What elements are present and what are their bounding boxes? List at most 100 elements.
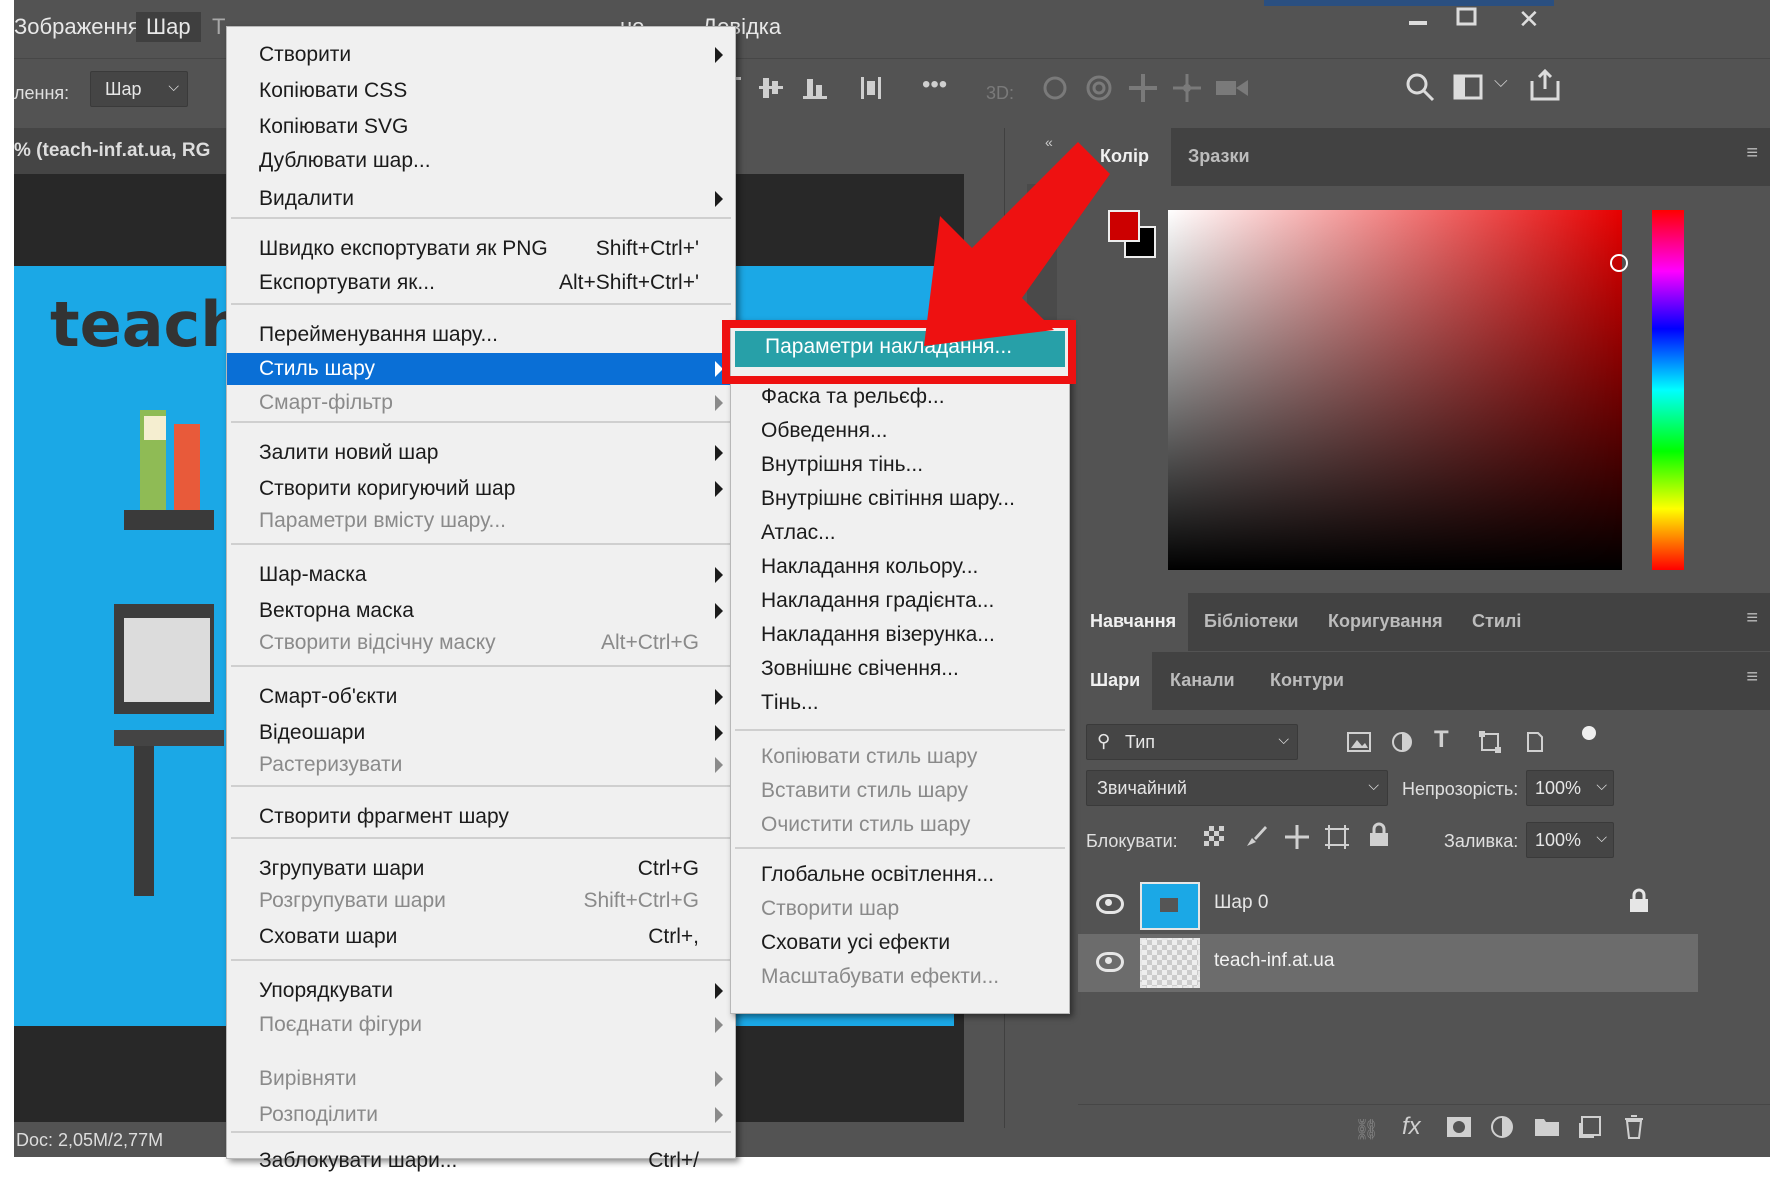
layers-panel-menu-icon[interactable]: ≡: [1746, 666, 1758, 689]
lock-pixels-brush-icon[interactable]: [1244, 824, 1268, 855]
layer-menu-item[interactable]: Стиль шару: [227, 353, 735, 385]
delete-layer-trash-icon[interactable]: [1622, 1113, 1646, 1146]
layer-menu-item[interactable]: Копіювати SVG: [227, 111, 735, 143]
foreground-color-swatch[interactable]: [1108, 210, 1140, 242]
learn-panel-menu-icon[interactable]: ≡: [1746, 607, 1758, 630]
layer-style-menu-item[interactable]: Внутрішнє світіння шару...: [731, 483, 1069, 515]
orbit-3d-icon[interactable]: [1038, 71, 1072, 112]
fill-field[interactable]: 100% ⌵: [1526, 822, 1614, 858]
tab-color[interactable]: Колір: [1078, 128, 1171, 186]
layer-style-menu-item[interactable]: Накладання візерунка...: [731, 619, 1069, 651]
video-camera-icon[interactable]: [1214, 71, 1250, 112]
tab-learn[interactable]: Навчання: [1078, 593, 1189, 651]
layer-menu-item[interactable]: Копіювати CSS: [227, 75, 735, 107]
layer-menu-item[interactable]: Дублювати шар...: [227, 145, 735, 177]
filter-pixel-icon[interactable]: [1346, 730, 1372, 761]
share-icon[interactable]: [1528, 67, 1562, 110]
layer-menu-item[interactable]: Видалити: [227, 183, 735, 215]
layer-style-menu-item[interactable]: Атлас...: [731, 517, 1069, 549]
layer-menu-item[interactable]: Шар-маска: [227, 559, 735, 591]
layer-name[interactable]: teach-inf.at.ua: [1214, 950, 1334, 972]
new-adjustment-layer-icon[interactable]: [1490, 1115, 1514, 1146]
fill-value: 100%: [1535, 830, 1582, 850]
search-icon[interactable]: [1404, 71, 1436, 110]
filter-adjustment-icon[interactable]: [1390, 730, 1414, 761]
layer-menu-item[interactable]: Векторна маска: [227, 595, 735, 627]
align-bottom-icon[interactable]: [800, 73, 830, 110]
layer-style-menu-item[interactable]: Зовнішнє свічення...: [731, 653, 1069, 685]
blend-mode-dropdown[interactable]: Звичайний ⌵: [1086, 770, 1388, 806]
visibility-eye-icon[interactable]: [1096, 894, 1124, 914]
layer-style-menu-item[interactable]: Фаска та рельєф...: [731, 381, 1069, 413]
layer-style-menu-item[interactable]: Параметри накладання...: [735, 331, 1065, 367]
layer-row[interactable]: Шар 0: [1078, 876, 1770, 934]
layer-menu-item[interactable]: Перейменування шару...: [227, 319, 735, 351]
minimize-icon[interactable]: [1406, 6, 1430, 37]
collapse-dock-icon[interactable]: «: [1045, 134, 1053, 150]
panel-menu-icon[interactable]: ≡: [1746, 142, 1758, 165]
lock-position-icon[interactable]: [1284, 824, 1310, 857]
lock-artboard-icon[interactable]: [1324, 824, 1350, 857]
visibility-eye-icon[interactable]: [1096, 952, 1124, 972]
tab-paths[interactable]: Контури: [1270, 670, 1344, 691]
auto-select-dropdown[interactable]: Шар ⌵: [90, 71, 188, 107]
layer-style-menu-item[interactable]: Сховати усі ефекти: [731, 927, 1069, 959]
layer-menu-item[interactable]: Заблокувати шари... Ctrl+/: [227, 1145, 735, 1177]
new-layer-icon[interactable]: [1578, 1115, 1602, 1146]
filter-shape-icon[interactable]: [1478, 730, 1502, 761]
pan-3d-icon[interactable]: [1126, 71, 1160, 112]
filter-toggle[interactable]: [1582, 724, 1596, 758]
color-field[interactable]: [1168, 210, 1628, 570]
menu-image[interactable]: Зображення: [14, 14, 140, 40]
add-mask-icon[interactable]: [1446, 1115, 1472, 1146]
layer-style-menu-item[interactable]: Обведення...: [731, 415, 1069, 447]
tab-libraries[interactable]: Бібліотеки: [1204, 611, 1299, 632]
layer-menu-item[interactable]: Створити фрагмент шару: [227, 801, 735, 833]
close-icon[interactable]: ✕: [1518, 4, 1540, 35]
filter-type-icon[interactable]: T: [1434, 726, 1449, 754]
layer-menu-item[interactable]: Створити коригуючий шар: [227, 473, 735, 505]
restore-icon[interactable]: [1454, 4, 1480, 37]
menu-layer[interactable]: Шар: [136, 12, 201, 42]
layer-style-menu-item[interactable]: Тінь...: [731, 687, 1069, 719]
align-vcenter-icon[interactable]: [756, 73, 786, 110]
roll-3d-icon[interactable]: [1082, 71, 1116, 112]
tab-adjustments[interactable]: Коригування: [1328, 611, 1443, 632]
tab-swatches[interactable]: Зразки: [1188, 146, 1250, 167]
lock-all-icon[interactable]: [1368, 822, 1390, 855]
opacity-field[interactable]: 100% ⌵: [1526, 770, 1614, 806]
hue-slider[interactable]: [1652, 210, 1684, 570]
layer-menu-item[interactable]: Сховати шари Ctrl+,: [227, 921, 735, 953]
layer-menu-item[interactable]: Залити новий шар: [227, 437, 735, 469]
layer-row[interactable]: teach-inf.at.ua: [1078, 934, 1698, 992]
layer-name[interactable]: Шар 0: [1214, 892, 1268, 914]
tab-layers[interactable]: Шари: [1078, 652, 1153, 710]
layer-menu-item[interactable]: Відеошари: [227, 717, 735, 749]
menu-text[interactable]: Т: [212, 14, 225, 40]
fx-icon[interactable]: fx: [1402, 1113, 1421, 1141]
layer-menu-item[interactable]: Смарт-об'єкти: [227, 681, 735, 713]
workspace-chevron-icon[interactable]: ⌵: [1494, 71, 1508, 92]
layer-menu-item[interactable]: Швидко експортувати як PNG Shift+Ctrl+': [227, 233, 735, 265]
distribute-icon[interactable]: [856, 73, 886, 110]
layer-menu-item[interactable]: Упорядкувати: [227, 975, 735, 1007]
layer-style-menu-item[interactable]: Накладання градієнта...: [731, 585, 1069, 617]
layer-style-menu-item[interactable]: Глобальне освітлення...: [731, 859, 1069, 891]
layer-menu-item[interactable]: Створити: [227, 39, 735, 71]
layer-style-menu-item[interactable]: Накладання кольору...: [731, 551, 1069, 583]
filter-smart-object-icon[interactable]: [1522, 730, 1546, 761]
tab-channels[interactable]: Канали: [1170, 670, 1235, 691]
color-picker-cursor[interactable]: [1610, 254, 1628, 272]
slide-3d-icon[interactable]: [1170, 71, 1204, 112]
more-options-icon[interactable]: •••: [922, 71, 947, 99]
new-group-folder-icon[interactable]: [1534, 1115, 1560, 1144]
tab-styles[interactable]: Стилі: [1472, 611, 1521, 632]
document-tab[interactable]: % (teach-inf.at.ua, RG: [14, 128, 234, 174]
lock-transparency-icon[interactable]: [1202, 824, 1226, 855]
layer-style-menu-item[interactable]: Внутрішня тінь...: [731, 449, 1069, 481]
workspace-icon[interactable]: [1452, 71, 1486, 110]
link-layers-icon[interactable]: ⛓: [1354, 1117, 1379, 1142]
layer-menu-item[interactable]: Експортувати як... Alt+Shift+Ctrl+': [227, 267, 735, 299]
layer-filter-dropdown[interactable]: ⚲ Тип ⌵: [1086, 724, 1298, 760]
layer-menu-item[interactable]: Згрупувати шари Ctrl+G: [227, 853, 735, 885]
